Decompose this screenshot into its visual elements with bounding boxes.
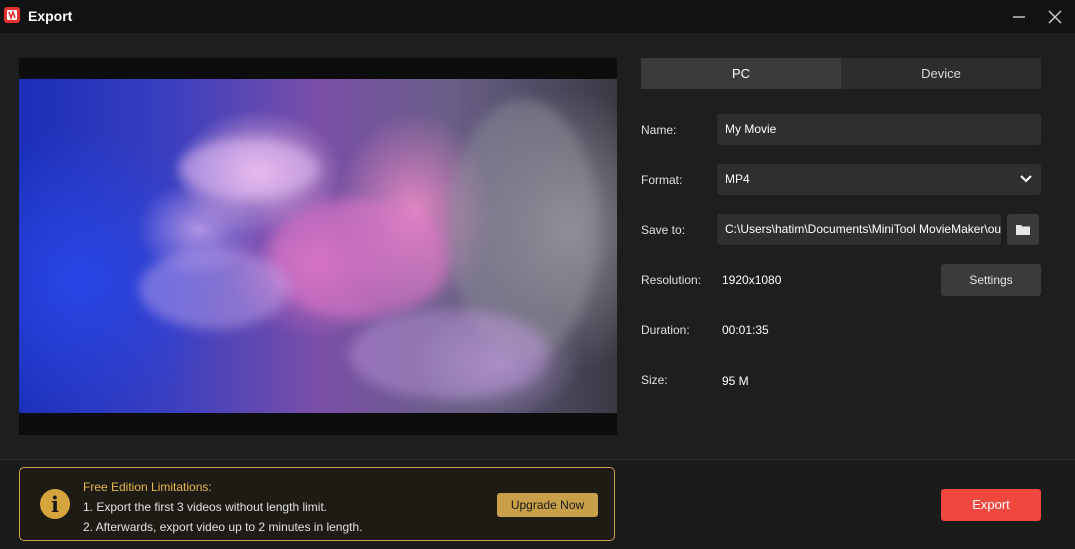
settings-button[interactable]: Settings [941,264,1041,296]
save-path-input[interactable]: C:\Users\hatim\Documents\MiniTool MovieM… [717,214,1001,245]
size-label: Size: [641,373,668,387]
resolution-label: Resolution: [641,273,702,287]
close-icon [1048,10,1062,24]
resolution-value: 1920x1080 [722,273,782,287]
smoke-shape [139,249,289,329]
format-value: MP4 [725,172,750,186]
notice-title: Free Edition Limitations: [83,480,212,494]
size-value: 95 M [722,374,749,388]
smoke-shape [349,309,549,399]
video-preview [19,58,617,435]
format-select[interactable]: MP4 [717,164,1041,195]
tab-device[interactable]: Device [841,58,1041,89]
footer: i Free Edition Limitations: 1. Export th… [0,460,1075,549]
smoke-shape [179,139,319,199]
minimize-button[interactable] [1004,4,1034,30]
export-button[interactable]: Export [941,489,1041,521]
name-input[interactable]: My Movie [717,114,1041,145]
close-button[interactable] [1040,4,1070,30]
upgrade-now-button[interactable]: Upgrade Now [497,493,598,517]
export-panel: PC Device Name: My Movie Format: MP4 Sav… [0,33,1075,459]
notice-line-2: 2. Afterwards, export video up to 2 minu… [83,520,363,534]
folder-icon [1016,225,1030,235]
save-to-label: Save to: [641,223,686,237]
format-label: Format: [641,173,683,187]
tab-pc[interactable]: PC [641,58,841,89]
duration-label: Duration: [641,323,690,337]
info-icon: i [40,489,70,519]
smoke-shape [269,199,449,319]
duration-value: 00:01:35 [722,323,769,337]
chevron-down-icon [1020,175,1032,183]
notice-line-1: 1. Export the first 3 videos without len… [83,500,328,514]
minimize-icon [1013,16,1025,18]
limitation-notice: i Free Edition Limitations: 1. Export th… [19,467,615,541]
app-logo-icon [4,7,20,23]
preview-frame-image [19,79,617,413]
target-tabs: PC Device [641,58,1041,89]
window-title: Export [28,8,73,24]
browse-folder-button[interactable] [1007,214,1039,245]
name-label: Name: [641,123,677,137]
title-bar: Export [0,0,1075,33]
